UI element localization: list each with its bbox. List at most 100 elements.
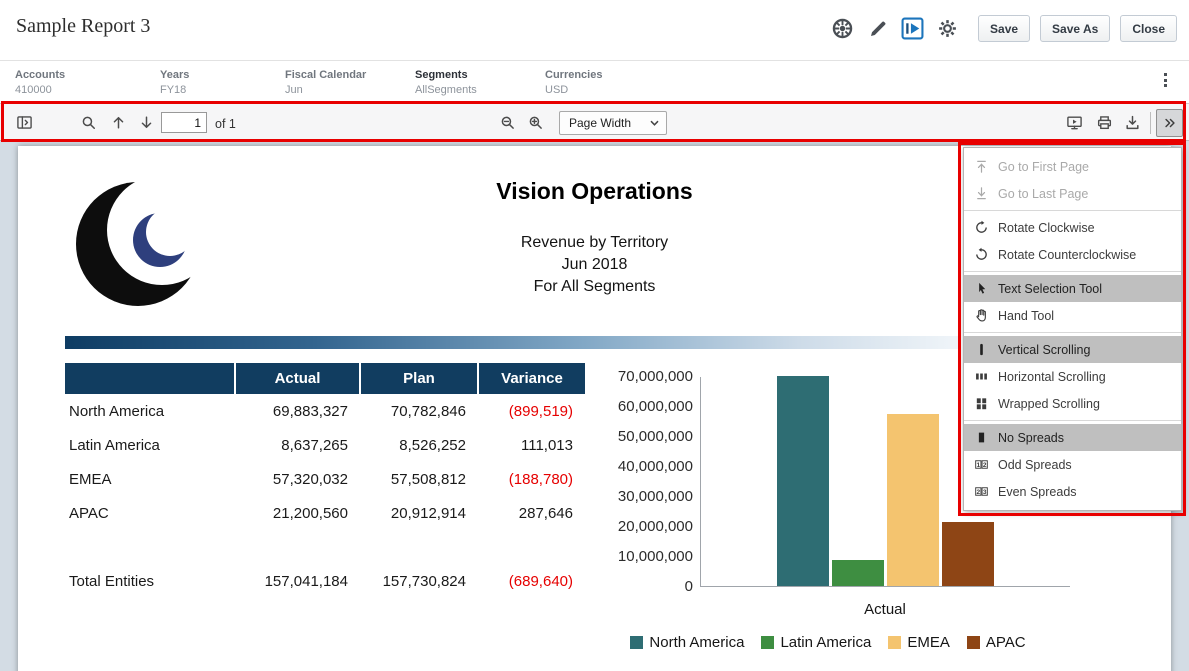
menu-item-no-spreads[interactable]: No Spreads [964,424,1181,451]
legend-item: North America [630,634,744,651]
find-icon[interactable] [80,114,98,132]
pov-dim-value: AllSegments [415,84,477,96]
menu-item-text-selection-tool[interactable]: Text Selection Tool [964,275,1181,302]
pov-wheel-icon[interactable] [830,16,855,41]
legend-swatch [888,636,901,649]
save-icon[interactable] [1124,114,1142,132]
cell-plan: 157,730,824 [360,564,478,598]
table-spacer-row [65,530,585,564]
wrapped-scrolling-icon [974,396,989,411]
pov-dim-accounts[interactable]: Accounts 410000 [15,69,65,96]
table-total-row: Total Entities 157,041,184 157,730,824 (… [65,564,585,598]
table-row: Latin America 8,637,265 8,526,252 111,01… [65,428,585,462]
menu-item-label: No Spreads [998,431,1064,445]
page-title: Sample Report 3 [16,15,150,38]
header-actual: Actual [235,363,360,394]
menu-item-odd-spreads[interactable]: 1 2 Odd Spreads [964,451,1181,478]
svg-text:3: 3 [983,489,987,496]
y-axis-tick: 40,000,000 [563,458,693,476]
cell-plan: 57,508,812 [360,462,478,496]
cell-entity: APAC [65,496,235,530]
table-row: North America 69,883,327 70,782,846 (899… [65,394,585,428]
header-actions: Save Save As Close [830,15,1177,42]
rotate-clockwise-icon [974,220,989,235]
legend-label: EMEA [907,634,950,651]
menu-separator [964,271,1181,272]
y-axis-tick: 60,000,000 [563,398,693,416]
page-count-label: of 1 [215,117,236,131]
gradient-divider-bar [65,336,960,349]
menu-item-hand-tool[interactable]: Hand Tool [964,302,1181,329]
menu-item-go-to-first-page[interactable]: Go to First Page [964,153,1181,180]
header-plan: Plan [360,363,478,394]
menu-item-go-to-last-page[interactable]: Go to Last Page [964,180,1181,207]
report-table: Actual Plan Variance North America 69,88… [65,363,585,598]
menu-item-label: Go to First Page [998,160,1089,174]
menu-item-label: Odd Spreads [998,458,1072,472]
menu-item-even-spreads[interactable]: 2 3 Even Spreads [964,478,1181,505]
page-number-input[interactable] [161,112,207,133]
toolbar-divider [1150,112,1151,134]
pdf-toolbar: of 1 Page Width [0,103,1189,141]
previous-page-icon[interactable] [110,114,128,132]
zoom-in-icon[interactable] [527,114,545,132]
pov-bar: Accounts 410000 Years FY18 Fiscal Calend… [0,62,1189,102]
odd-spreads-icon: 1 2 [974,457,989,472]
pov-overflow-icon[interactable] [1164,73,1167,90]
bar-north-america [777,376,829,586]
cell-entity: Latin America [65,428,235,462]
zoom-select[interactable]: Page Width [559,111,667,135]
chart-x-axis-label: Actual [776,601,994,618]
legend-item: Latin America [761,634,871,651]
close-button[interactable]: Close [1120,15,1177,42]
cell-plan: 20,912,914 [360,496,478,530]
menu-separator [964,332,1181,333]
bar-latin-america [832,560,884,586]
menu-item-rotate-clockwise[interactable]: Rotate Clockwise [964,214,1181,241]
toggle-sidebar-icon[interactable] [16,114,34,132]
print-icon[interactable] [1096,114,1114,132]
next-page-icon[interactable] [138,114,156,132]
pov-dim-value: 410000 [15,84,65,96]
menu-item-wrapped-scrolling[interactable]: Wrapped Scrolling [964,390,1181,417]
y-axis-tick: 70,000,000 [563,368,693,386]
pov-dim-label: Segments [415,69,477,81]
y-axis-tick: 30,000,000 [563,488,693,506]
save-button[interactable]: Save [978,15,1030,42]
preview-play-icon[interactable] [900,16,925,41]
pov-dim-label: Fiscal Calendar [285,69,366,81]
menu-item-vertical-scrolling[interactable]: Vertical Scrolling [964,336,1181,363]
save-as-button[interactable]: Save As [1040,15,1110,42]
legend-label: North America [649,634,744,651]
pov-dim-segments[interactable]: Segments AllSegments [415,69,477,96]
menu-item-rotate-counterclockwise[interactable]: Rotate Counterclockwise [964,241,1181,268]
y-axis-tick: 0 [563,578,693,596]
pov-dim-fiscal-calendar[interactable]: Fiscal Calendar Jun [285,69,366,96]
pov-dim-value: USD [545,84,602,96]
pov-dim-currencies[interactable]: Currencies USD [545,69,602,96]
menu-item-label: Rotate Counterclockwise [998,248,1136,262]
pov-dim-years[interactable]: Years FY18 [160,69,189,96]
menu-item-label: Horizontal Scrolling [998,370,1106,384]
cell-entity: Total Entities [65,564,235,598]
pdf-secondary-toolbar: Go to First Page Go to Last Page Rotate … [963,147,1182,511]
menu-separator [964,420,1181,421]
menu-separator [964,210,1181,211]
menu-item-horizontal-scrolling[interactable]: Horizontal Scrolling [964,363,1181,390]
chart-legend: North America Latin America EMEA APAC [578,634,1078,651]
legend-swatch [761,636,774,649]
pov-dim-label: Years [160,69,189,81]
cell-actual: 69,883,327 [235,394,360,428]
zoom-out-icon[interactable] [499,114,517,132]
legend-label: Latin America [780,634,871,651]
no-spreads-icon [974,430,989,445]
table-row: APAC 21,200,560 20,912,914 287,646 [65,496,585,530]
pov-dim-label: Accounts [15,69,65,81]
presentation-mode-icon[interactable] [1066,114,1084,132]
rotate-counterclockwise-icon [974,247,989,262]
settings-gear-icon[interactable] [935,16,960,41]
edit-pencil-icon[interactable] [865,16,890,41]
text-selection-tool-icon [974,281,989,296]
tools-chevrons-icon[interactable] [1156,109,1183,137]
cell-plan: 70,782,846 [360,394,478,428]
